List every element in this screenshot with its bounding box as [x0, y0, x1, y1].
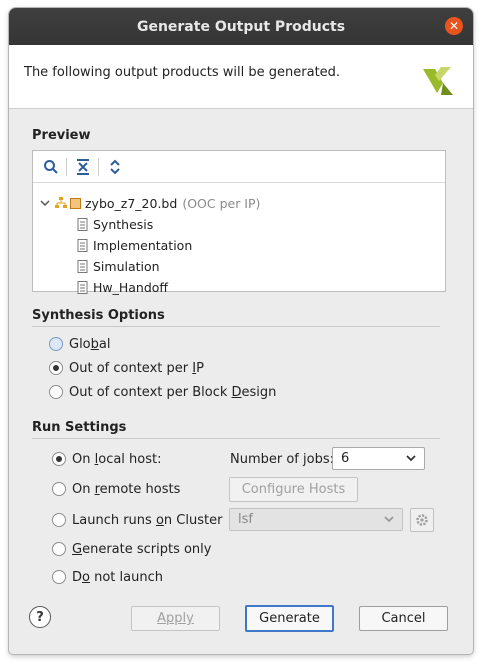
jobs-label: Number of jobs:: [230, 451, 334, 467]
tree-item-hw-handoff[interactable]: Hw_Handoff: [77, 277, 168, 297]
tree-root-label: zybo_z7_20.bd: [85, 195, 178, 211]
tree-item-label: Synthesis: [93, 216, 154, 232]
cluster-value: lsf: [238, 512, 253, 527]
dialog-header: The following output products will be ge…: [9, 45, 473, 109]
radio-button[interactable]: [49, 361, 63, 375]
radio-label: Out of context per Block Design: [69, 384, 277, 400]
toolbar-divider: [98, 157, 99, 176]
jobs-value: 6: [341, 451, 350, 466]
synthesis-separator: [32, 326, 440, 327]
toolbar-divider: [66, 157, 67, 176]
preview-title: Preview: [32, 128, 91, 143]
help-button[interactable]: ?: [29, 606, 51, 628]
cancel-button[interactable]: Cancel: [359, 606, 448, 631]
close-icon[interactable]: ✕: [445, 17, 463, 35]
file-icon: [77, 238, 88, 252]
radio-button[interactable]: [49, 337, 63, 351]
radio-ooc-per-ip[interactable]: Out of context per IP: [49, 358, 204, 378]
radio-label: Generate scripts only: [72, 541, 212, 557]
tree-item-implementation[interactable]: Implementation: [77, 235, 192, 255]
title-bar: Generate Output Products ✕: [9, 8, 473, 45]
vivado-logo-icon: [423, 67, 453, 95]
preview-tree[interactable]: zybo_z7_20.bd (OOC per IP) Synthesis Imp…: [32, 150, 446, 295]
radio-launch-on-cluster[interactable]: Launch runs on Cluster: [52, 510, 222, 530]
radio-label: Do not launch: [72, 569, 163, 585]
search-icon[interactable]: [41, 157, 61, 177]
tree-root-suffix: (OOC per IP): [182, 195, 261, 211]
synthesis-options-title: Synthesis Options: [32, 308, 165, 323]
configure-hosts-button[interactable]: Configure Hosts: [229, 477, 358, 502]
radio-do-not-launch[interactable]: Do not launch: [52, 567, 163, 587]
tree-item-simulation[interactable]: Simulation: [77, 256, 160, 276]
radio-remote-hosts[interactable]: On remote hosts: [52, 479, 180, 499]
tree-item-label: Simulation: [93, 258, 160, 274]
radio-button[interactable]: [52, 570, 66, 584]
dialog-window: Generate Output Products ✕ The following…: [9, 8, 473, 654]
radio-ooc-per-block-design[interactable]: Out of context per Block Design: [49, 382, 276, 402]
radio-label: Out of context per IP: [69, 360, 204, 376]
radio-button[interactable]: [49, 385, 63, 399]
run-settings-title: Run Settings: [32, 420, 127, 435]
apply-button[interactable]: Apply: [131, 606, 220, 631]
cluster-select[interactable]: lsf: [229, 508, 403, 531]
file-icon: [77, 259, 88, 273]
radio-label: On local host:: [72, 451, 162, 467]
tree-item-synthesis[interactable]: Synthesis: [77, 214, 153, 234]
tree-item-label: Hw_Handoff: [93, 279, 169, 295]
radio-button[interactable]: [52, 482, 66, 496]
radio-local-host[interactable]: On local host:: [52, 449, 162, 469]
header-description: The following output products will be ge…: [24, 65, 341, 80]
jobs-select[interactable]: 6: [332, 447, 425, 470]
file-icon: [77, 217, 88, 231]
chevron-down-icon[interactable]: [40, 198, 50, 208]
preview-toolbar: [33, 151, 445, 183]
radio-button[interactable]: [52, 513, 66, 527]
cluster-settings-button[interactable]: [410, 508, 434, 532]
block-design-icon: [70, 197, 81, 209]
radio-label: Global: [69, 336, 111, 352]
window-title: Generate Output Products: [136, 18, 346, 35]
radio-label: On remote hosts: [72, 481, 181, 497]
gear-icon: [416, 514, 428, 526]
radio-label: Launch runs on Cluster: [72, 512, 223, 528]
generate-button[interactable]: Generate: [245, 605, 334, 632]
run-settings-separator: [32, 438, 440, 439]
hierarchy-icon: [55, 197, 67, 208]
radio-global[interactable]: Global: [49, 334, 110, 354]
tree-root-row[interactable]: zybo_z7_20.bd (OOC per IP): [40, 193, 260, 213]
chevron-down-icon: [406, 455, 416, 462]
expand-all-icon[interactable]: [105, 157, 125, 177]
chevron-down-icon: [384, 516, 394, 523]
file-icon: [77, 280, 88, 294]
radio-button[interactable]: [52, 542, 66, 556]
collapse-all-icon[interactable]: [73, 157, 93, 177]
radio-button[interactable]: [52, 452, 66, 466]
tree-item-label: Implementation: [93, 237, 193, 253]
radio-generate-scripts-only[interactable]: Generate scripts only: [52, 539, 211, 559]
